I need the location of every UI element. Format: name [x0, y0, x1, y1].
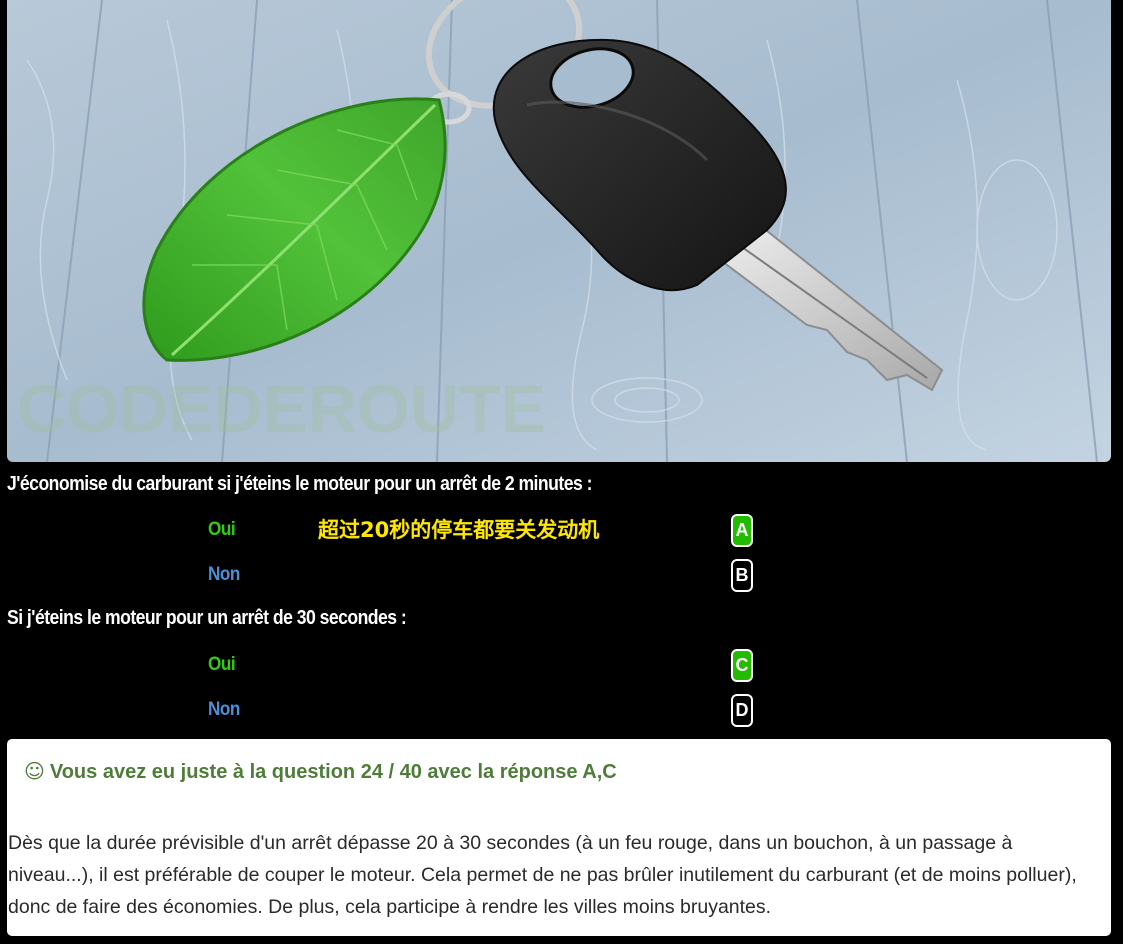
result-panel: ☺ Vous avez eu juste à la question 24 / 4… [7, 739, 1111, 936]
question-2-text: Si j'éteins le moteur pour un arrêt de 3… [7, 607, 407, 629]
explanation-text: Dès que la durée prévisible d'un arrêt d… [8, 832, 1077, 918]
option-no-label[interactable]: Non [208, 564, 240, 586]
answer-b-button[interactable]: B [731, 559, 753, 592]
watermark-text: CODEDEROUTE [17, 371, 546, 447]
annotation-note: 超过20秒的停车都要关发动机 [318, 518, 600, 542]
option-no-label[interactable]: Non [208, 699, 240, 721]
option-yes-label[interactable]: Oui [208, 654, 236, 676]
result-heading: ☺ Vous avez eu juste à la question 24 / 4… [24, 759, 617, 784]
answer-c-button[interactable]: C [731, 649, 753, 682]
question-1-text: J'économise du carburant si j'éteins le … [7, 473, 592, 495]
smiley-icon: ☺ [24, 759, 45, 783]
option-yes-label[interactable]: Oui [208, 519, 236, 541]
answer-d-button[interactable]: D [731, 694, 753, 727]
answer-a-button[interactable]: A [731, 514, 753, 547]
question-illustration: CODEDEROUTE [7, 0, 1111, 462]
result-heading-text: Vous avez eu juste à la question 24 / 40… [49, 761, 617, 783]
